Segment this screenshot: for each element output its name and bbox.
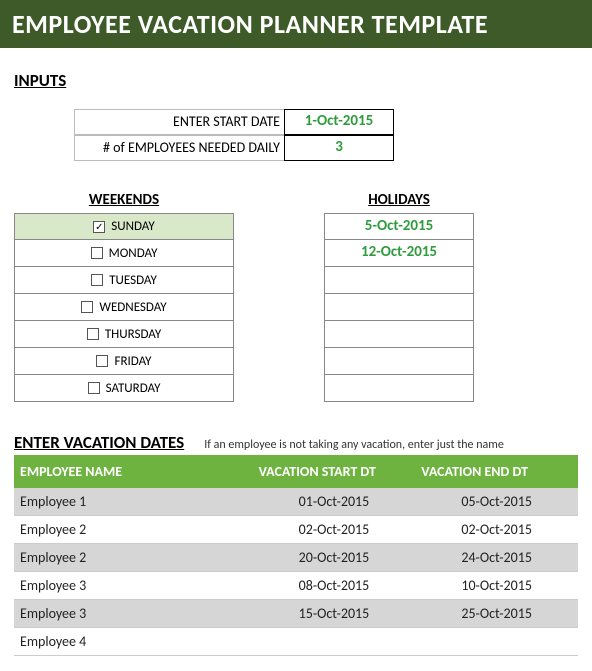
col-employee-name: EMPLOYEE NAME xyxy=(14,455,253,488)
weekend-option-tuesday[interactable]: TUESDAY xyxy=(14,267,234,294)
weekend-label: THURSDAY xyxy=(105,327,161,342)
weekend-label: MONDAY xyxy=(109,246,158,261)
employee-name-cell[interactable]: Employee 2 xyxy=(14,516,253,544)
vacation-end-cell[interactable]: 24-Oct-2015 xyxy=(415,544,578,572)
employee-name-cell[interactable]: Employee 4 xyxy=(14,628,253,656)
checkbox-icon[interactable] xyxy=(96,355,108,367)
col-vacation-start: VACATION START DT xyxy=(253,455,416,488)
table-row: Employee 202-Oct-201502-Oct-2015 xyxy=(14,516,578,544)
table-row: Employee 308-Oct-201510-Oct-2015 xyxy=(14,572,578,600)
vacation-helper-text: If an employee is not taking any vacatio… xyxy=(204,438,504,452)
weekend-option-monday[interactable]: MONDAY xyxy=(14,240,234,267)
weekends-header: WEEKENDS xyxy=(14,191,234,213)
weekends-list: ✓ SUNDAY MONDAY TUESDAY WEDNESDAY THURSDAY FRI… xyxy=(14,213,234,402)
weekend-label: FRIDAY xyxy=(114,354,151,369)
table-row: Employee 4 xyxy=(14,628,578,656)
weekends-column: WEEKENDS ✓ SUNDAY MONDAY TUESDAY WEDNESDAY TH… xyxy=(14,191,234,402)
holiday-cell[interactable] xyxy=(324,267,474,294)
employee-name-cell[interactable]: Employee 2 xyxy=(14,544,253,572)
vacation-end-cell[interactable]: 05-Oct-2015 xyxy=(415,488,578,516)
vacation-end-cell[interactable] xyxy=(415,628,578,656)
checkbox-icon[interactable] xyxy=(91,247,103,259)
vacation-heading: ENTER VACATION DATES xyxy=(14,432,184,453)
weekend-label: SATURDAY xyxy=(106,381,161,396)
inputs-heading: INPUTS xyxy=(14,70,578,91)
holiday-cell[interactable]: 5-Oct-2015 xyxy=(324,213,474,240)
vacation-start-cell[interactable]: 01-Oct-2015 xyxy=(253,488,416,516)
weekend-option-wednesday[interactable]: WEDNESDAY xyxy=(14,294,234,321)
table-row: Employee 315-Oct-201525-Oct-2015 xyxy=(14,600,578,628)
vacation-start-cell[interactable]: 15-Oct-2015 xyxy=(253,600,416,628)
holiday-cell[interactable]: 12-Oct-2015 xyxy=(324,240,474,267)
page-title-bar: EMPLOYEE VACATION PLANNER TEMPLATE xyxy=(0,0,592,48)
checkbox-icon[interactable] xyxy=(87,328,99,340)
vacation-end-cell[interactable]: 02-Oct-2015 xyxy=(415,516,578,544)
inputs-form: ENTER START DATE 1-Oct-2015 # of EMPLOYE… xyxy=(74,109,578,161)
start-date-input[interactable]: 1-Oct-2015 xyxy=(284,109,394,135)
vacation-table: EMPLOYEE NAME VACATION START DT VACATION… xyxy=(14,455,578,656)
start-date-label: ENTER START DATE xyxy=(74,109,284,135)
checkbox-icon[interactable] xyxy=(81,301,93,313)
vacation-end-cell[interactable]: 25-Oct-2015 xyxy=(415,600,578,628)
holidays-list: 5-Oct-201512-Oct-2015 xyxy=(324,213,474,402)
weekend-option-saturday[interactable]: SATURDAY xyxy=(14,375,234,402)
employee-name-cell[interactable]: Employee 1 xyxy=(14,488,253,516)
checkbox-icon[interactable] xyxy=(88,382,100,394)
vacation-start-cell[interactable]: 20-Oct-2015 xyxy=(253,544,416,572)
employees-needed-label: # of EMPLOYEES NEEDED DAILY xyxy=(74,135,284,161)
holiday-cell[interactable] xyxy=(324,375,474,402)
employee-name-cell[interactable]: Employee 3 xyxy=(14,572,253,600)
weekend-option-friday[interactable]: FRIDAY xyxy=(14,348,234,375)
checkbox-icon[interactable] xyxy=(91,274,103,286)
weekend-label: TUESDAY xyxy=(109,273,157,288)
holiday-cell[interactable] xyxy=(324,348,474,375)
holiday-cell[interactable] xyxy=(324,321,474,348)
col-vacation-end: VACATION END DT xyxy=(415,455,578,488)
vacation-start-cell[interactable]: 02-Oct-2015 xyxy=(253,516,416,544)
vacation-start-cell[interactable]: 08-Oct-2015 xyxy=(253,572,416,600)
weekend-label: SUNDAY xyxy=(111,219,154,234)
vacation-end-cell[interactable]: 10-Oct-2015 xyxy=(415,572,578,600)
holidays-header: HOLIDAYS xyxy=(324,191,474,213)
weekend-label: WEDNESDAY xyxy=(99,300,166,315)
page-title: EMPLOYEE VACATION PLANNER TEMPLATE xyxy=(12,8,488,40)
checkbox-icon[interactable]: ✓ xyxy=(93,221,105,233)
weekend-option-thursday[interactable]: THURSDAY xyxy=(14,321,234,348)
table-row: Employee 101-Oct-201505-Oct-2015 xyxy=(14,488,578,516)
employee-name-cell[interactable]: Employee 3 xyxy=(14,600,253,628)
holiday-cell[interactable] xyxy=(324,294,474,321)
table-row: Employee 220-Oct-201524-Oct-2015 xyxy=(14,544,578,572)
weekend-option-sunday[interactable]: ✓ SUNDAY xyxy=(14,213,234,240)
vacation-start-cell[interactable] xyxy=(253,628,416,656)
holidays-column: HOLIDAYS 5-Oct-201512-Oct-2015 xyxy=(324,191,474,402)
employees-needed-input[interactable]: 3 xyxy=(284,135,394,161)
